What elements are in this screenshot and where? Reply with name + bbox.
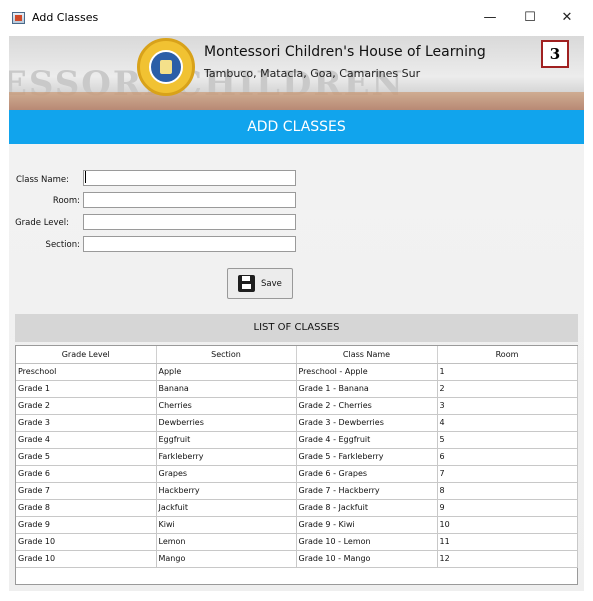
cell-grade-level: Preschool — [16, 363, 157, 381]
table-row[interactable]: Grade 2 Cherries Grade 2 - Cherries 3 — [16, 397, 578, 415]
text-caret — [85, 171, 86, 183]
cell-room: 4 — [437, 414, 578, 432]
cell-room: 3 — [437, 397, 578, 415]
cell-class-name: Grade 7 - Hackberry — [296, 482, 438, 500]
table-row[interactable]: Grade 10 Lemon Grade 10 - Lemon 11 — [16, 533, 578, 551]
cell-section: Kiwi — [156, 516, 297, 534]
section-label: Section: — [45, 240, 80, 250]
table-row[interactable]: Grade 8 Jackfuit Grade 8 - Jackfuit 9 — [16, 499, 578, 517]
school-logo-icon — [137, 38, 195, 96]
cell-section: Eggfruit — [156, 431, 297, 449]
cell-room: 7 — [437, 465, 578, 483]
room-input[interactable] — [83, 192, 296, 208]
cell-grade-level: Grade 9 — [16, 516, 157, 534]
table-row[interactable]: Grade 10 Mango Grade 10 - Mango 12 — [16, 550, 578, 568]
cell-grade-level: Grade 2 — [16, 397, 157, 415]
classes-table[interactable]: Grade Level Section Class Name Room Pres… — [15, 345, 578, 585]
cell-grade-level: Grade 7 — [16, 482, 157, 500]
table-row[interactable]: Grade 6 Grapes Grade 6 - Grapes 7 — [16, 465, 578, 483]
cell-room: 8 — [437, 482, 578, 500]
cell-class-name: Grade 2 - Cherries — [296, 397, 438, 415]
cell-room: 12 — [437, 550, 578, 568]
cell-section: Mango — [156, 550, 297, 568]
annotation-badge: 3 — [541, 40, 569, 68]
cell-section: Grapes — [156, 465, 297, 483]
cell-grade-level: Grade 10 — [16, 550, 157, 568]
cell-room: 10 — [437, 516, 578, 534]
cell-section: Hackberry — [156, 482, 297, 500]
java-app-icon — [12, 12, 25, 24]
table-row[interactable]: Preschool Apple Preschool - Apple 1 — [16, 363, 578, 381]
room-label: Room: — [52, 196, 80, 206]
cell-grade-level: Grade 3 — [16, 414, 157, 432]
column-header-grade-level[interactable]: Grade Level — [16, 346, 157, 364]
cell-room: 5 — [437, 431, 578, 449]
table-row[interactable]: Grade 1 Banana Grade 1 - Banana 2 — [16, 380, 578, 398]
save-button[interactable]: Save — [227, 268, 293, 299]
maximize-button[interactable]: ☐ — [520, 8, 540, 28]
window-bottom-edge — [0, 591, 593, 601]
table-row[interactable]: Grade 3 Dewberries Grade 3 - Dewberries 4 — [16, 414, 578, 432]
table-header-row: Grade Level Section Class Name Room — [16, 346, 578, 364]
section-input[interactable] — [83, 236, 296, 252]
save-button-label: Save — [261, 279, 282, 289]
class-name-label: Class Name: — [15, 175, 69, 185]
close-button[interactable]: ✕ — [557, 8, 577, 28]
cell-class-name: Grade 10 - Mango — [296, 550, 438, 568]
cell-grade-level: Grade 5 — [16, 448, 157, 466]
cell-grade-level: Grade 8 — [16, 499, 157, 517]
cell-section: Banana — [156, 380, 297, 398]
cell-section: Jackfuit — [156, 499, 297, 517]
class-name-input[interactable] — [83, 170, 296, 186]
school-name: Montessori Children's House of Learning — [204, 44, 486, 60]
table-row[interactable]: Grade 5 Farkleberry Grade 5 - Farkleberry 6 — [16, 448, 578, 466]
window-title: Add Classes — [32, 11, 99, 24]
cell-grade-level: Grade 1 — [16, 380, 157, 398]
cell-section: Lemon — [156, 533, 297, 551]
cell-room: 1 — [437, 363, 578, 381]
list-title: LIST OF CLASSES — [15, 314, 578, 342]
cell-class-name: Grade 4 - Eggfruit — [296, 431, 438, 449]
cell-section: Apple — [156, 363, 297, 381]
cell-class-name: Grade 8 - Jackfuit — [296, 499, 438, 517]
school-banner: ESSORI CHILDREN Montessori Children's Ho… — [9, 36, 584, 110]
column-header-room[interactable]: Room — [437, 346, 578, 364]
cell-class-name: Grade 1 - Banana — [296, 380, 438, 398]
table-row[interactable]: Grade 4 Eggfruit Grade 4 - Eggfruit 5 — [16, 431, 578, 449]
floppy-disk-icon — [238, 275, 255, 292]
column-header-section[interactable]: Section — [156, 346, 297, 364]
title-bar: Add Classes — ☐ ✕ — [0, 0, 593, 36]
cell-class-name: Preschool - Apple — [296, 363, 438, 381]
cell-room: 2 — [437, 380, 578, 398]
banner-building-roof — [9, 92, 584, 110]
cell-room: 6 — [437, 448, 578, 466]
minimize-button[interactable]: — — [480, 8, 500, 28]
cell-section: Dewberries — [156, 414, 297, 432]
cell-class-name: Grade 5 - Farkleberry — [296, 448, 438, 466]
cell-section: Cherries — [156, 397, 297, 415]
cell-section: Farkleberry — [156, 448, 297, 466]
grade-level-input[interactable] — [83, 214, 296, 230]
cell-grade-level: Grade 10 — [16, 533, 157, 551]
cell-room: 9 — [437, 499, 578, 517]
school-address: Tambuco, Matacla, Goa, Camarines Sur — [204, 67, 421, 80]
cell-class-name: Grade 3 - Dewberries — [296, 414, 438, 432]
cell-grade-level: Grade 6 — [16, 465, 157, 483]
cell-class-name: Grade 6 - Grapes — [296, 465, 438, 483]
grade-level-label: Grade Level: — [15, 218, 69, 228]
cell-grade-level: Grade 4 — [16, 431, 157, 449]
table-row[interactable]: Grade 9 Kiwi Grade 9 - Kiwi 10 — [16, 516, 578, 534]
cell-class-name: Grade 10 - Lemon — [296, 533, 438, 551]
table-row[interactable]: Grade 7 Hackberry Grade 7 - Hackberry 8 — [16, 482, 578, 500]
window-content: ESSORI CHILDREN Montessori Children's Ho… — [9, 36, 584, 591]
cell-room: 11 — [437, 533, 578, 551]
page-title: ADD CLASSES — [9, 110, 584, 144]
cell-class-name: Grade 9 - Kiwi — [296, 516, 438, 534]
column-header-class-name[interactable]: Class Name — [296, 346, 438, 364]
